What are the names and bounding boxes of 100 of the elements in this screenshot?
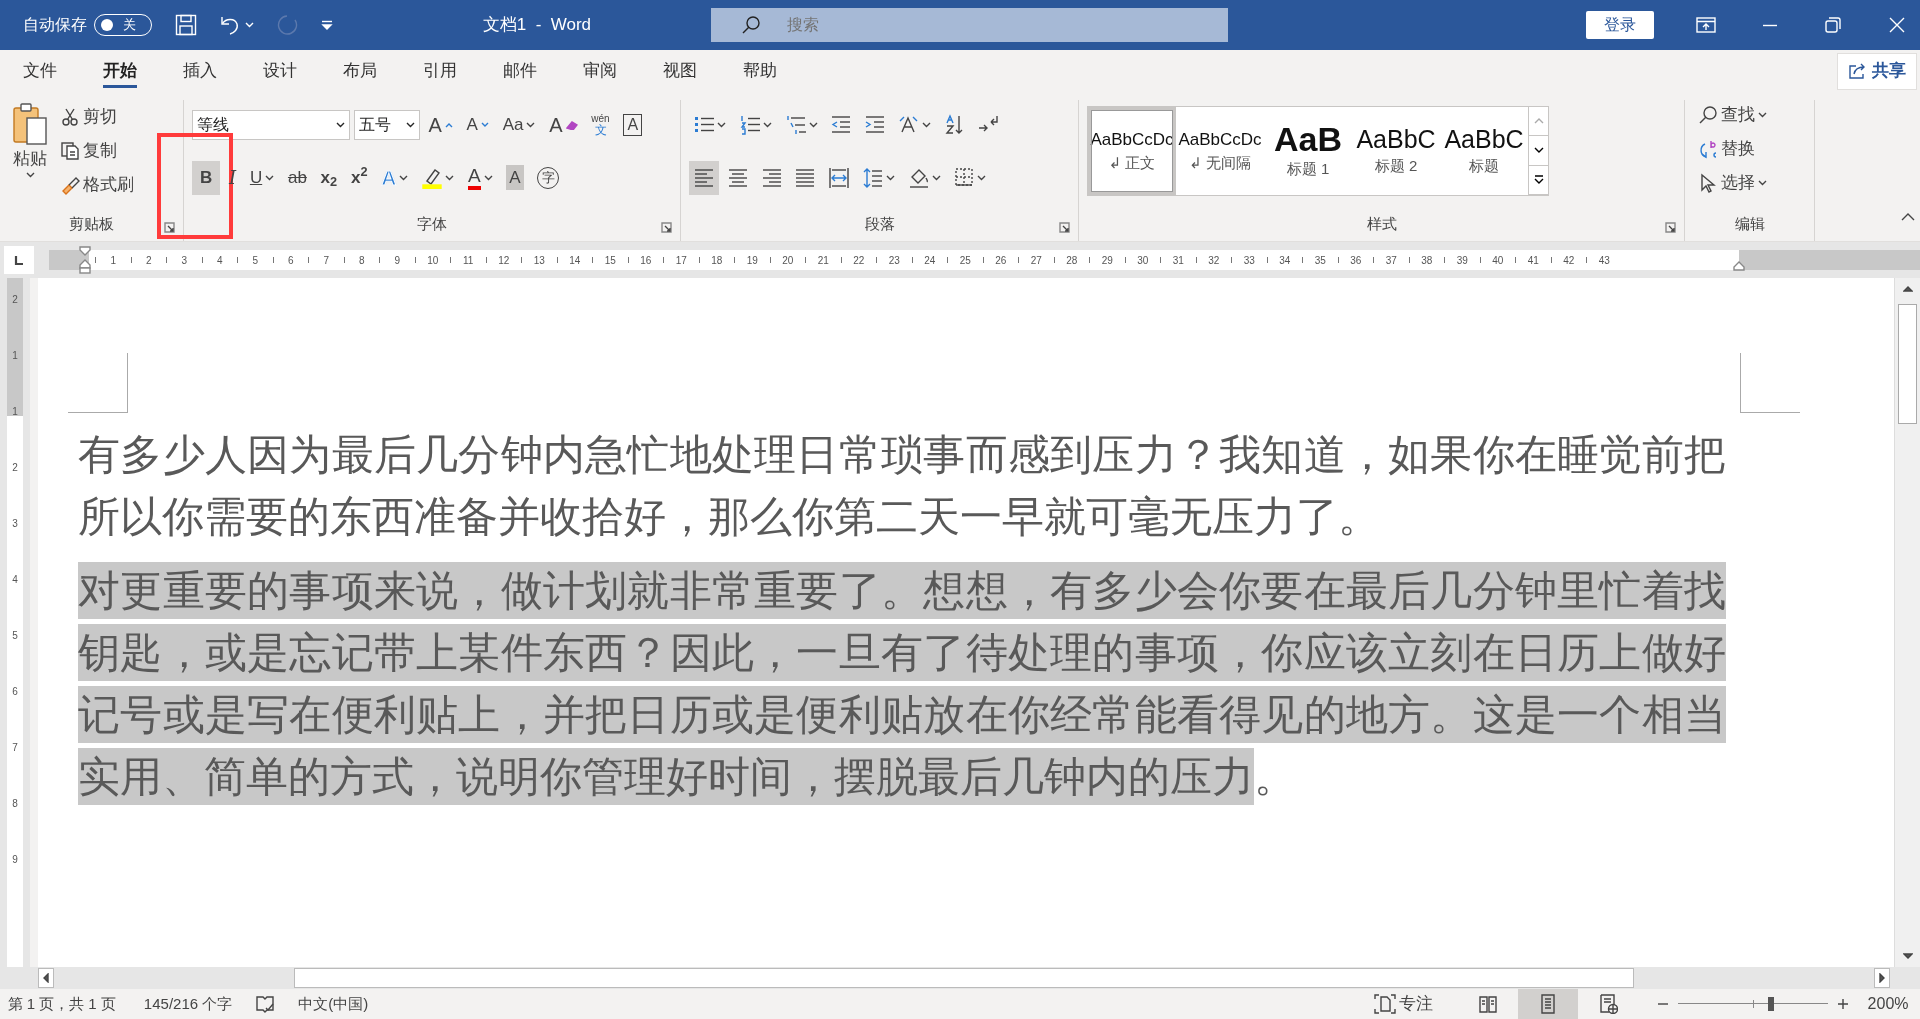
borders-icon [954, 166, 975, 189]
phonetic-guide-button[interactable]: wén 文 [586, 107, 615, 142]
minimize-button[interactable] [1761, 23, 1778, 27]
subscript-button[interactable]: x$_{2}$ [315, 160, 343, 195]
caret-icon [526, 121, 536, 128]
ribbon-tab[interactable]: 插入 [183, 53, 217, 89]
clipboard-icon [12, 102, 48, 146]
ruler-number: 24 [923, 253, 937, 268]
ribbon-tab[interactable]: 视图 [663, 53, 697, 89]
restore-icon [1823, 16, 1842, 34]
find-button[interactable]: 查找 [1693, 100, 1806, 130]
ruler-number: 14 [568, 253, 582, 268]
launcher-arrow-icon [1059, 222, 1070, 233]
font-name-field[interactable]: 等线 [192, 109, 350, 140]
caret-icon [336, 121, 345, 128]
triangle-down-icon [1902, 953, 1913, 959]
book-icon [255, 994, 276, 1014]
scrollbar-thumb[interactable] [294, 968, 1634, 988]
dialog-launcher-button[interactable] [164, 222, 175, 233]
scroll-left-button[interactable] [38, 968, 54, 988]
ruler-number: 40 [1491, 253, 1505, 268]
caret-icon [483, 174, 493, 181]
select-button[interactable]: 选择 [1693, 168, 1806, 198]
caret-icon [244, 22, 254, 28]
ribbon-tab[interactable]: 引用 [423, 53, 457, 89]
save-button[interactable] [174, 14, 197, 36]
dialog-launcher-button[interactable] [1665, 222, 1676, 233]
dialog-launcher-button[interactable] [661, 222, 672, 233]
align-right-icon [761, 166, 782, 189]
ruler-number: 22 [852, 253, 866, 268]
ruler-number: 30 [1136, 253, 1150, 268]
underline-button[interactable]: U [244, 160, 280, 195]
close-button[interactable] [1887, 16, 1906, 34]
distributed-icon [829, 166, 849, 189]
zoom-slider[interactable] [1677, 997, 1828, 1011]
ruler-number: 4 [12, 573, 18, 587]
caret-icon [808, 121, 818, 128]
scrollbar-thumb[interactable] [1898, 304, 1917, 424]
ruler-number: 33 [1242, 253, 1256, 268]
customize-toolbar-button[interactable] [320, 20, 333, 30]
replace-button[interactable]: 替换 [1693, 134, 1806, 164]
ruler-number: 32 [1207, 253, 1221, 268]
enclose-characters-button[interactable]: 字 [532, 160, 565, 195]
align-left-button[interactable] [689, 160, 719, 195]
search-icon [1698, 105, 1718, 125]
undo-button[interactable] [219, 14, 254, 36]
slider-thumb[interactable] [1767, 997, 1774, 1011]
font-size-field[interactable]: 五号 [353, 109, 420, 140]
character-border-button[interactable]: A [618, 107, 648, 142]
scroll-right-button[interactable] [1874, 968, 1890, 988]
caret-icon [444, 121, 453, 128]
clear-formatting-button[interactable]: A [544, 107, 583, 142]
paste-button[interactable]: 粘贴 [8, 100, 52, 192]
ribbon-tab[interactable]: 开始 [103, 53, 137, 89]
crop-mark [1740, 353, 1800, 413]
ruler-number: 27 [1029, 253, 1043, 268]
highlighter-icon [422, 166, 443, 189]
ruler-number: 16 [639, 253, 653, 268]
font-color-button[interactable]: A [462, 160, 498, 195]
style-item[interactable]: AaBbCcDc ↲ 正文 [1088, 107, 1176, 195]
chevron-up-icon [1533, 118, 1544, 125]
grow-font-button[interactable]: A [423, 107, 458, 142]
line-spacing-icon [862, 166, 883, 189]
shrink-font-button[interactable]: A [461, 107, 494, 142]
ribbon-tab[interactable]: 文件 [23, 53, 57, 89]
ruler-number: 25 [958, 253, 972, 268]
bold-button[interactable]: B [192, 160, 221, 195]
tab-selector-button[interactable] [4, 246, 34, 274]
character-shading-button[interactable]: A [501, 160, 529, 195]
sign-in-button[interactable]: 登录 [1585, 11, 1654, 39]
tab-stop-icon [14, 255, 24, 265]
ruler-number: 3 [180, 253, 189, 268]
group-label: 段落 [864, 215, 895, 232]
ribbon-tab[interactable]: 审阅 [583, 53, 617, 89]
copy-button[interactable]: 复制 [56, 134, 139, 168]
ruler-number: 42 [1562, 253, 1576, 268]
cursor-icon [1698, 173, 1718, 193]
indent-marker-icon [79, 246, 91, 274]
cut-button[interactable]: 剪切 [56, 100, 139, 134]
dialog-launcher-button[interactable] [1059, 222, 1070, 233]
restore-button[interactable] [1823, 16, 1842, 34]
ribbon-display-button[interactable] [1695, 16, 1716, 34]
strikethrough-button[interactable]: ab [282, 160, 312, 195]
caret-icon [885, 174, 895, 181]
expand-icon [1533, 175, 1544, 185]
ribbon-tab[interactable]: 帮助 [743, 53, 777, 89]
share-icon [1848, 62, 1866, 80]
group-label: 编辑 [1734, 215, 1765, 232]
open-book-icon [1477, 994, 1498, 1014]
share-button[interactable]: 共享 [1837, 52, 1917, 90]
ribbon-tab[interactable]: 邮件 [503, 53, 537, 89]
change-case-button[interactable]: Aa [497, 107, 541, 142]
ribbon-tab[interactable]: 设计 [263, 53, 297, 89]
focus-button[interactable]: 专注 [1368, 987, 1438, 1019]
format-painter-button[interactable]: 格式刷 [56, 168, 139, 202]
superscript-button[interactable]: x$^{2}$ [345, 160, 373, 195]
caret-icon [399, 174, 409, 181]
print-layout-button[interactable] [1517, 989, 1578, 1019]
ribbon-tab[interactable]: 布局 [343, 53, 377, 89]
ruler-number: 13 [532, 253, 546, 268]
